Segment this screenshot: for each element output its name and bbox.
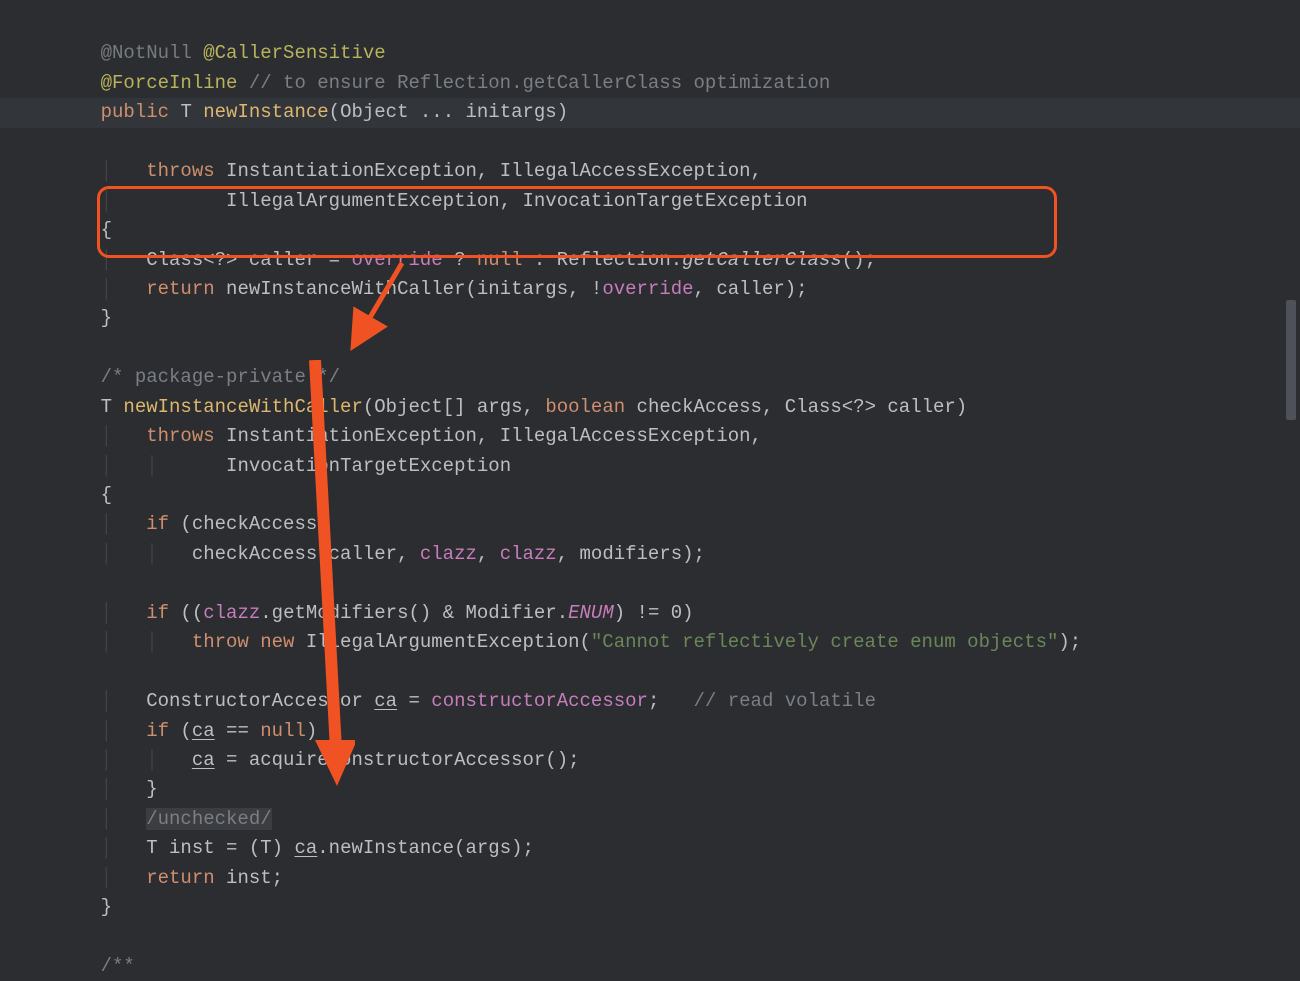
keyword-null: null bbox=[477, 249, 523, 271]
code-line[interactable]: │ │ InvocationTargetException bbox=[55, 455, 511, 477]
code-line[interactable]: │ │ ca = acquireConstructorAccessor(); bbox=[55, 749, 580, 771]
code-line[interactable] bbox=[55, 572, 66, 594]
line-comment: // to ensure Reflection.getCallerClass o… bbox=[249, 72, 831, 94]
javadoc-start: /** bbox=[101, 955, 135, 977]
vertical-scrollbar[interactable] bbox=[1286, 0, 1298, 924]
code-line[interactable] bbox=[55, 926, 66, 948]
code-line[interactable]: @ForceInline // to ensure Reflection.get… bbox=[55, 72, 830, 94]
annotation-notnull: @NotNull bbox=[101, 42, 192, 64]
exceptions: IllegalArgumentException, InvocationTarg… bbox=[226, 190, 808, 212]
keyword-throws: throws bbox=[146, 160, 214, 182]
string-literal: "Cannot reflectively create enum objects… bbox=[591, 631, 1058, 653]
keyword-return: return bbox=[146, 278, 214, 300]
code-line[interactable]: │ Class<?> caller = override ? null : Re… bbox=[55, 249, 876, 271]
code-line[interactable]: │ throws InstantiationException, Illegal… bbox=[55, 160, 762, 182]
keyword-public: public bbox=[101, 101, 169, 123]
code-line[interactable]: /* package-private */ bbox=[55, 366, 340, 388]
field-override: override bbox=[602, 278, 693, 300]
line-comment: // read volatile bbox=[694, 690, 876, 712]
code-line[interactable]: } bbox=[55, 896, 112, 918]
code-line[interactable]: │ /unchecked/ bbox=[55, 808, 272, 830]
code-line[interactable]: T newInstanceWithCaller(Object[] args, b… bbox=[55, 396, 967, 418]
code-line[interactable]: │ } bbox=[55, 778, 158, 800]
static-method: getCallerClass bbox=[682, 249, 842, 271]
code-editor[interactable]: @NotNull @CallerSensitive @ForceInline /… bbox=[0, 0, 1300, 981]
annotation-forceinline: @ForceInline bbox=[101, 72, 238, 94]
code-line[interactable]: │ T inst = (T) ca.newInstance(args); bbox=[55, 837, 534, 859]
code-line[interactable]: │ if (ca == null) { bbox=[55, 720, 340, 742]
keyword-if: if bbox=[146, 513, 169, 535]
annotation-callersensitive: @CallerSensitive bbox=[203, 42, 385, 64]
code-line[interactable]: │ throws InstantiationException, Illegal… bbox=[55, 425, 762, 447]
scrollbar-thumb[interactable] bbox=[1286, 300, 1296, 420]
code-line[interactable]: │ if ((clazz.getModifiers() & Modifier.E… bbox=[55, 602, 694, 624]
code-line-current[interactable]: public T newInstance(Object ... initargs… bbox=[0, 98, 1300, 127]
keyword-throw-new: throw new bbox=[192, 631, 295, 653]
keyword-throws: throws bbox=[146, 425, 214, 447]
code-line[interactable]: │ │ throw new IllegalArgumentException("… bbox=[55, 631, 1081, 653]
code-line[interactable] bbox=[55, 661, 66, 683]
code-line[interactable]: { bbox=[55, 484, 112, 506]
code-line[interactable]: │ ConstructorAccessor ca = constructorAc… bbox=[55, 690, 876, 712]
code-line[interactable]: { bbox=[55, 219, 112, 241]
keyword-if: if bbox=[146, 602, 169, 624]
exceptions: InstantiationException, IllegalAccessExc… bbox=[226, 160, 762, 182]
code-line[interactable]: │ IllegalArgumentException, InvocationTa… bbox=[55, 190, 808, 212]
keyword-if: if bbox=[146, 720, 169, 742]
return-type: T bbox=[180, 101, 191, 123]
code-line[interactable]: │ return inst; bbox=[55, 867, 283, 889]
method-name: newInstance bbox=[203, 101, 328, 123]
code-line[interactable]: │ │ checkAccess(caller, clazz, clazz, mo… bbox=[55, 543, 705, 565]
code-line[interactable]: } bbox=[55, 307, 112, 329]
code-line[interactable]: /** bbox=[55, 955, 135, 977]
code-line[interactable]: │ if (checkAccess) bbox=[55, 513, 329, 535]
field-override: override bbox=[351, 249, 442, 271]
code-line[interactable]: @NotNull @CallerSensitive bbox=[55, 42, 386, 64]
method-params: (Object ... initargs) bbox=[329, 101, 568, 123]
method-name: newInstanceWithCaller bbox=[123, 396, 362, 418]
keyword-null: null bbox=[260, 720, 306, 742]
keyword-boolean: boolean bbox=[545, 396, 625, 418]
static-field-enum: ENUM bbox=[568, 602, 614, 624]
code-line[interactable] bbox=[55, 337, 66, 359]
code-line[interactable]: │ return newInstanceWithCaller(initargs,… bbox=[55, 278, 808, 300]
block-comment: /* package-private */ bbox=[101, 366, 340, 388]
suppressed-comment: /unchecked/ bbox=[146, 808, 271, 830]
code-text: Class<?> caller = bbox=[146, 249, 351, 271]
keyword-return: return bbox=[146, 867, 214, 889]
